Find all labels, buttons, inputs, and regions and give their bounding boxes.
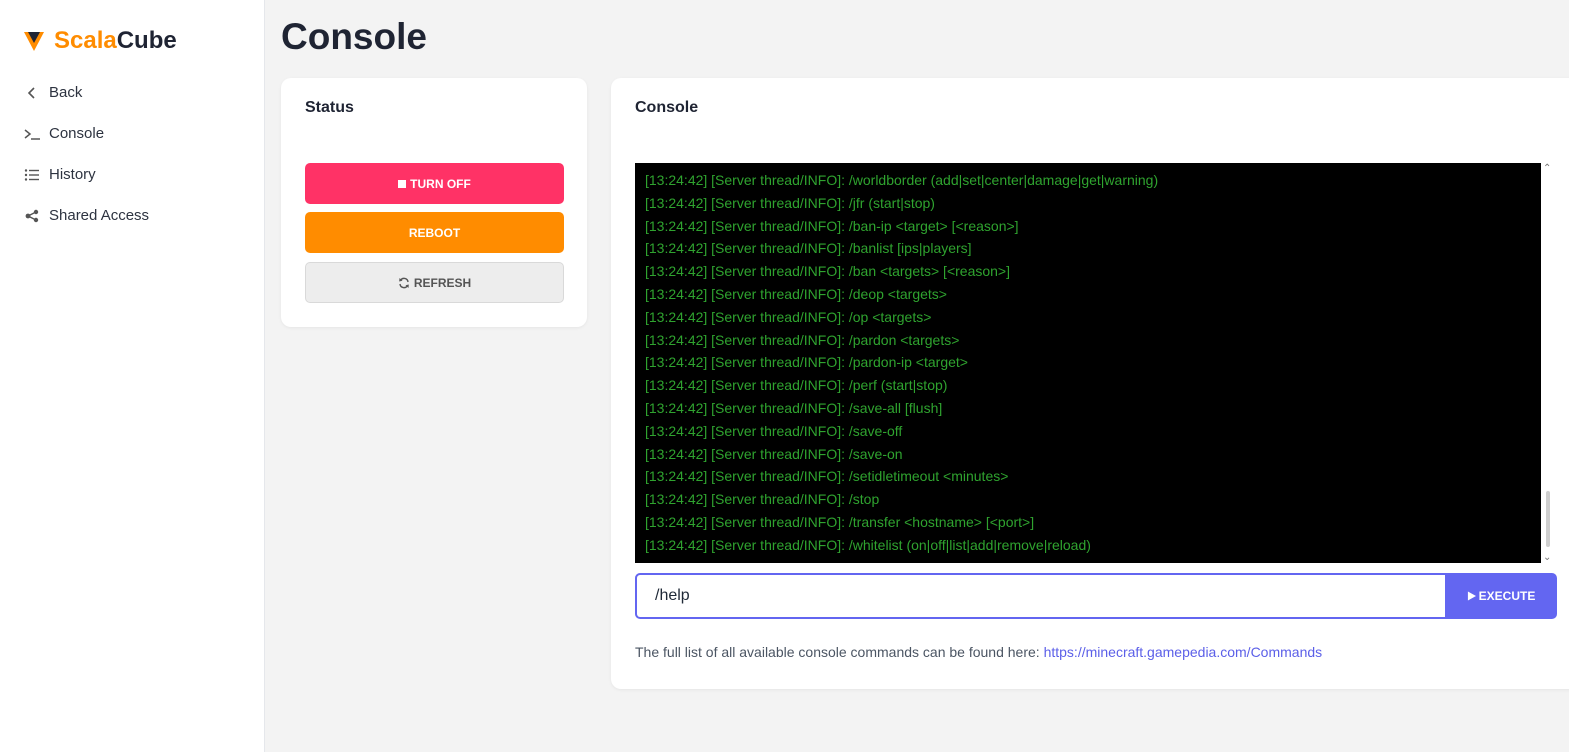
sidebar-item-shared-access[interactable]: Shared Access <box>24 204 149 227</box>
command-input[interactable] <box>635 573 1445 619</box>
console-line: [13:24:42] [Server thread/INFO]: /op <ta… <box>645 308 932 325</box>
stop-icon <box>398 179 407 188</box>
console-line: [13:24:42] [Server thread/INFO]: /save-o… <box>645 422 903 439</box>
turn-off-label: TURN OFF <box>410 176 471 191</box>
console-output[interactable]: [13:24:42] [Server thread/INFO]: /worldb… <box>635 163 1541 563</box>
console-line: [13:24:42] [Server thread/INFO]: /ban-ip… <box>645 217 1019 234</box>
sidebar-item-label: History <box>49 166 96 183</box>
reboot-button[interactable]: REBOOT <box>305 212 564 253</box>
console-line: [13:24:42] [Server thread/INFO]: /deop <… <box>645 285 947 302</box>
scroll-up-icon[interactable]: ⌃ <box>1543 163 1551 174</box>
console-line: [13:24:42] [Server thread/INFO]: /ban <t… <box>645 263 1010 280</box>
chevron-left-icon <box>24 85 40 101</box>
scalacube-logo-icon <box>24 32 44 51</box>
console-card-title: Console <box>635 99 699 116</box>
scroll-down-icon[interactable]: ⌄ <box>1543 552 1551 563</box>
refresh-icon <box>399 277 409 288</box>
sidebar-item-label: Console <box>49 125 105 142</box>
sidebar-item-label: Back <box>49 84 83 101</box>
execute-button[interactable]: EXECUTE <box>1445 573 1557 619</box>
sidebar-nav: Back Console History Shared Access <box>24 81 149 245</box>
console-line: [13:24:42] [Server thread/INFO]: /transf… <box>645 513 1035 530</box>
sidebar-item-console[interactable]: Console <box>24 122 149 145</box>
console-scrollbar[interactable]: ⌃ ⌄ <box>1541 163 1555 563</box>
console-line: [13:24:42] [Server thread/INFO]: /setidl… <box>645 468 1009 485</box>
console-line: [13:24:42] [Server thread/INFO]: /save-a… <box>645 399 943 416</box>
console-line: [13:24:42] [Server thread/INFO]: /save-o… <box>645 445 903 462</box>
console-line: [13:24:42] [Server thread/INFO]: /jfr (s… <box>645 194 935 211</box>
execute-label: EXECUTE <box>1478 589 1536 603</box>
brand-logo[interactable]: ScalaCube <box>24 27 177 55</box>
brand-name-part2: Cube <box>116 27 177 54</box>
console-line: [13:24:42] [Server thread/INFO]: /stop <box>645 491 880 508</box>
commands-link[interactable]: https://minecraft.gamepedia.com/Commands <box>1044 644 1323 660</box>
list-icon <box>24 167 40 183</box>
commands-hint: The full list of all available console c… <box>635 644 1322 660</box>
sidebar-item-history[interactable]: History <box>24 163 149 186</box>
sidebar-item-back[interactable]: Back <box>24 81 149 104</box>
console-line: [13:24:42] [Server thread/INFO]: /worldb… <box>645 172 1159 188</box>
scrollbar-thumb[interactable] <box>1546 491 1550 547</box>
console-card: Console [13:24:42] [Server thread/INFO]:… <box>611 78 1569 689</box>
console-line: [13:24:42] [Server thread/INFO]: /whitel… <box>645 536 1091 553</box>
turn-off-button[interactable]: TURN OFF <box>305 163 564 204</box>
terminal-icon <box>24 126 40 142</box>
status-card-title: Status <box>305 99 354 116</box>
refresh-button[interactable]: REFRESH <box>305 262 564 303</box>
brand-name-part1: Scala <box>54 27 117 54</box>
status-card: Status TURN OFF REBOOT REFRESH <box>281 78 587 327</box>
page-title: Console <box>281 16 427 57</box>
sidebar-item-label: Shared Access <box>49 207 150 224</box>
play-icon <box>1467 591 1476 601</box>
refresh-label: REFRESH <box>413 275 472 290</box>
console-line: [13:24:42] [Server thread/INFO]: /pardon… <box>645 331 960 348</box>
reboot-label: REBOOT <box>408 225 461 240</box>
console-line: [13:24:42] [Server thread/INFO]: /pardon… <box>645 354 968 371</box>
share-icon <box>24 208 40 224</box>
sidebar: ScalaCube Back Console History Shared Ac… <box>0 0 265 752</box>
console-line: [13:24:42] [Server thread/INFO]: /banlis… <box>645 240 972 257</box>
console-line: [13:24:42] [Server thread/INFO]: /perf (… <box>645 377 948 394</box>
hint-text: The full list of all available console c… <box>635 644 1044 660</box>
